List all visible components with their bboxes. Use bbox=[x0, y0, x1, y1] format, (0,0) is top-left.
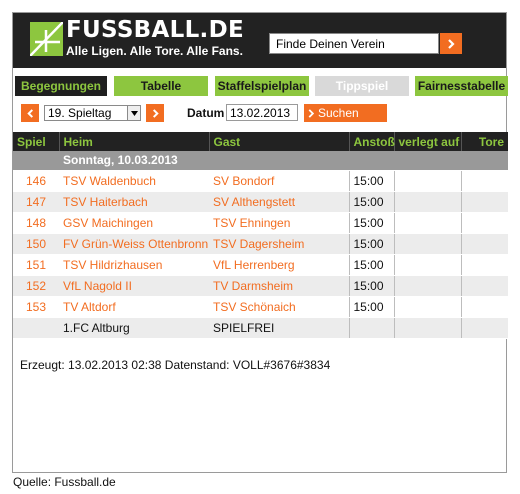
dropdown-arrow-icon bbox=[127, 106, 140, 120]
col-header-spiel: Spiel bbox=[13, 132, 60, 151]
fussball-widget: FUSSBALL.DE Alle Ligen. Alle Tore. Alle … bbox=[12, 12, 508, 473]
table-row: 151 TSV Hildrizhausen VfL Herrenberg 15:… bbox=[13, 254, 508, 276]
away-team[interactable]: TSV Ehningen bbox=[209, 212, 349, 234]
matchday-selected-value: 19. Spieltag bbox=[48, 106, 112, 120]
tab-begegnungen[interactable]: Begegnungen bbox=[15, 76, 107, 96]
matchday-select[interactable]: 19. Spieltag bbox=[44, 105, 141, 121]
home-team[interactable]: TSV Hildrizhausen bbox=[59, 254, 209, 276]
score-cell bbox=[461, 233, 508, 255]
table-header-row: Spiel Heim Gast Anstoß verlegt auf Tore bbox=[13, 132, 508, 151]
date-label: Datum bbox=[187, 106, 225, 120]
match-number[interactable]: 150 bbox=[13, 233, 59, 255]
rescheduled-cell bbox=[394, 212, 462, 234]
home-team[interactable]: VfL Nagold II bbox=[59, 275, 209, 297]
match-number[interactable]: 147 bbox=[13, 191, 59, 213]
next-matchday-button[interactable] bbox=[146, 104, 164, 122]
rescheduled-cell bbox=[394, 275, 462, 297]
chevron-left-icon bbox=[26, 108, 33, 118]
rescheduled-cell bbox=[394, 233, 462, 255]
home-team[interactable]: TV Altdorf bbox=[59, 296, 209, 318]
col-header-gast: Gast bbox=[209, 132, 350, 151]
kickoff-time: 15:00 bbox=[348, 191, 395, 213]
source-caption: Quelle: Fussball.de bbox=[13, 475, 116, 489]
site-tagline: Alle Ligen. Alle Tore. Alle Fans. bbox=[66, 44, 243, 58]
generated-info: Erzeugt: 13.02.2013 02:38 Datenstand: VO… bbox=[20, 358, 331, 372]
kickoff-time: 15:00 bbox=[348, 212, 395, 234]
header-bar: FUSSBALL.DE Alle Ligen. Alle Tore. Alle … bbox=[13, 13, 506, 68]
rescheduled-cell bbox=[394, 254, 462, 276]
tab-tippspiel: Tippspiel bbox=[315, 76, 409, 96]
table-row: 147 TSV Haiterbach SV Althengstett 15:00 bbox=[13, 191, 508, 213]
rescheduled-cell bbox=[394, 191, 462, 213]
chevron-right-icon bbox=[308, 108, 315, 118]
club-search-input[interactable] bbox=[269, 33, 439, 54]
score-cell bbox=[461, 212, 508, 234]
home-team: 1.FC Altburg bbox=[59, 317, 209, 339]
away-team[interactable]: SV Bondorf bbox=[209, 170, 349, 192]
col-header-heim: Heim bbox=[59, 132, 210, 151]
date-input[interactable] bbox=[226, 104, 298, 121]
away-team[interactable]: TSV Schönaich bbox=[209, 296, 349, 318]
score-cell bbox=[461, 275, 508, 297]
date-group-label: Sonntag, 10.03.2013 bbox=[13, 151, 508, 171]
kickoff-time: 15:00 bbox=[348, 233, 395, 255]
table-row: 153 TV Altdorf TSV Schönaich 15:00 bbox=[13, 296, 508, 318]
away-team[interactable]: VfL Herrenberg bbox=[209, 254, 349, 276]
match-number[interactable]: 146 bbox=[13, 170, 59, 192]
col-header-tore: Tore bbox=[461, 132, 508, 151]
table-row: 152 VfL Nagold II TV Darmsheim 15:00 bbox=[13, 275, 508, 297]
match-number[interactable]: 148 bbox=[13, 212, 59, 234]
kickoff-time: 15:00 bbox=[348, 296, 395, 318]
match-number[interactable]: 153 bbox=[13, 296, 59, 318]
table-row: 146 TSV Waldenbuch SV Bondorf 15:00 bbox=[13, 170, 508, 192]
match-number bbox=[13, 317, 59, 339]
col-header-anstoss: Anstoß bbox=[349, 132, 395, 151]
tab-tabelle[interactable]: Tabelle bbox=[114, 76, 208, 96]
table-row: 150 FV Grün-Weiss Ottenbronn TSV Dagersh… bbox=[13, 233, 508, 255]
score-cell bbox=[461, 317, 508, 339]
logo-icon bbox=[29, 21, 64, 57]
search-matches-button[interactable]: Suchen bbox=[304, 104, 387, 122]
kickoff-time: 15:00 bbox=[348, 170, 395, 192]
club-search-button[interactable] bbox=[440, 33, 462, 54]
tab-fairnesstabelle[interactable]: Fairnesstabelle bbox=[415, 76, 508, 96]
score-cell bbox=[461, 191, 508, 213]
match-number[interactable]: 152 bbox=[13, 275, 59, 297]
rescheduled-cell bbox=[394, 170, 462, 192]
home-team[interactable]: TSV Waldenbuch bbox=[59, 170, 209, 192]
home-team[interactable]: FV Grün-Weiss Ottenbronn bbox=[59, 233, 209, 255]
home-team[interactable]: TSV Haiterbach bbox=[59, 191, 209, 213]
home-team[interactable]: GSV Maichingen bbox=[59, 212, 209, 234]
tab-staffelspielplan[interactable]: Staffelspielplan bbox=[215, 76, 309, 96]
chevron-right-icon bbox=[152, 108, 159, 118]
match-number[interactable]: 151 bbox=[13, 254, 59, 276]
score-cell bbox=[461, 254, 508, 276]
date-group-row: Sonntag, 10.03.2013 bbox=[13, 151, 508, 171]
score-cell bbox=[461, 296, 508, 318]
rescheduled-cell bbox=[394, 317, 462, 339]
filter-bar: 19. Spieltag Datum Suchen bbox=[13, 98, 506, 132]
table-row: 1.FC Altburg SPIELFREI bbox=[13, 317, 508, 339]
kickoff-time bbox=[348, 317, 395, 339]
matches-table: Spiel Heim Gast Anstoß verlegt auf Tore … bbox=[13, 132, 508, 339]
away-team: SPIELFREI bbox=[209, 317, 349, 339]
away-team[interactable]: TSV Dagersheim bbox=[209, 233, 349, 255]
tab-bar: Begegnungen Tabelle Staffelspielplan Tip… bbox=[13, 76, 508, 98]
away-team[interactable]: SV Althengstett bbox=[209, 191, 349, 213]
kickoff-time: 15:00 bbox=[348, 275, 395, 297]
previous-matchday-button[interactable] bbox=[21, 104, 39, 122]
search-matches-label: Suchen bbox=[318, 106, 359, 120]
kickoff-time: 15:00 bbox=[348, 254, 395, 276]
col-header-verlegt: verlegt auf bbox=[394, 132, 462, 151]
rescheduled-cell bbox=[394, 296, 462, 318]
chevron-right-icon bbox=[448, 38, 455, 49]
site-title[interactable]: FUSSBALL.DE bbox=[66, 17, 244, 43]
away-team[interactable]: TV Darmsheim bbox=[209, 275, 349, 297]
score-cell bbox=[461, 170, 508, 192]
table-row: 148 GSV Maichingen TSV Ehningen 15:00 bbox=[13, 212, 508, 234]
